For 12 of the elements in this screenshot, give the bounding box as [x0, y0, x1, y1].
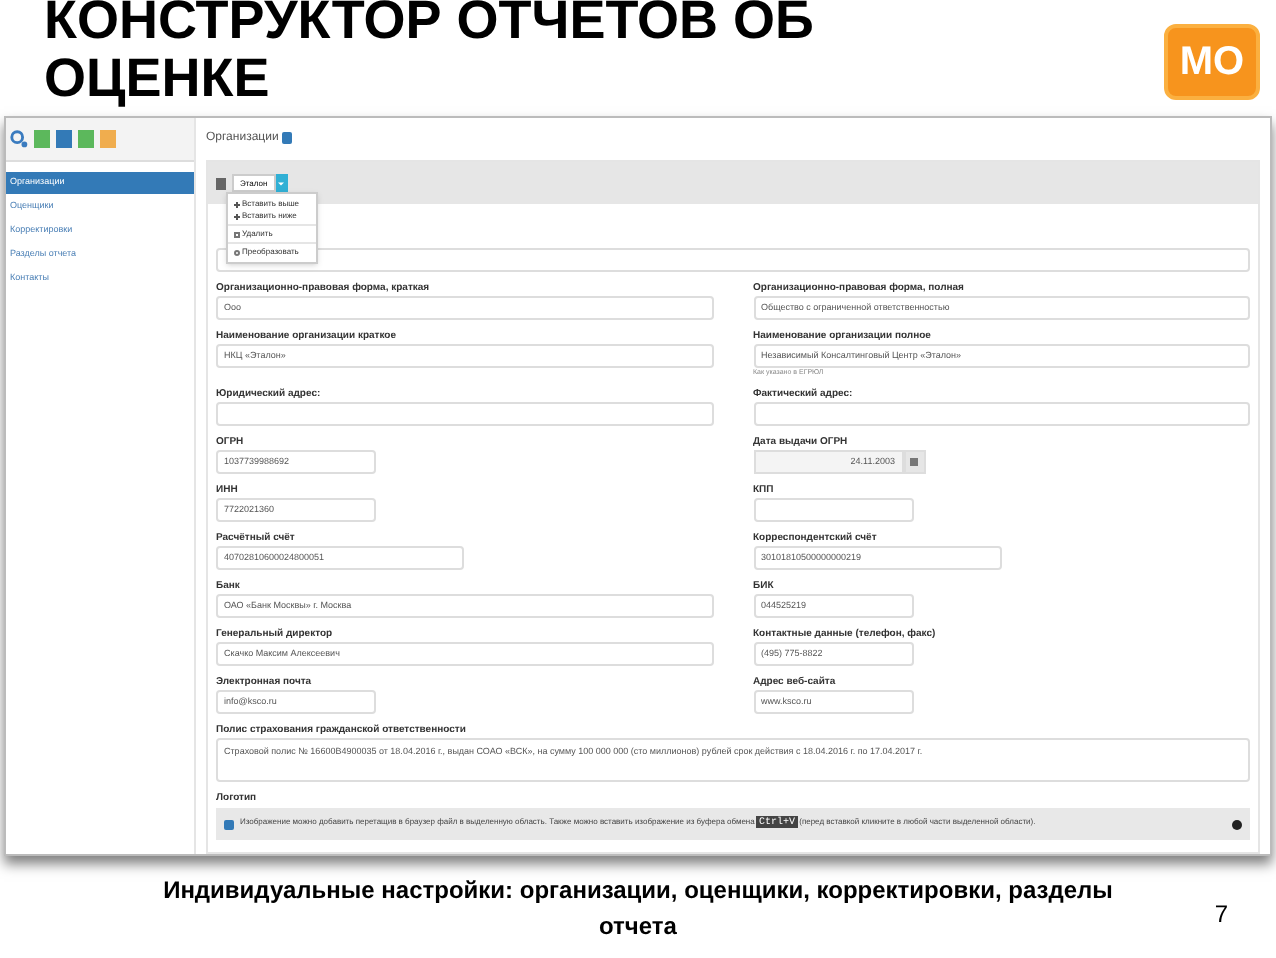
input-field[interactable] [753, 402, 1250, 426]
input-field[interactable] [216, 402, 713, 426]
calendar-button[interactable] [903, 450, 925, 474]
logo: МО [1164, 24, 1260, 100]
input-field[interactable] [216, 248, 1250, 272]
slide-caption: Индивидуальные настройки: организации, оценщики, корректировки, разделы отчета [161, 874, 1115, 944]
dropdown-button[interactable] [282, 132, 293, 144]
page-number: 7 [1214, 898, 1228, 932]
slide-title: КОНСТРУКТОР ОТЧЕТОВ ОБ ОЦЕНКЕ [44, 0, 816, 108]
caret-icon [278, 181, 285, 185]
input-field[interactable] [753, 498, 913, 522]
collapse-button[interactable] [216, 177, 226, 189]
